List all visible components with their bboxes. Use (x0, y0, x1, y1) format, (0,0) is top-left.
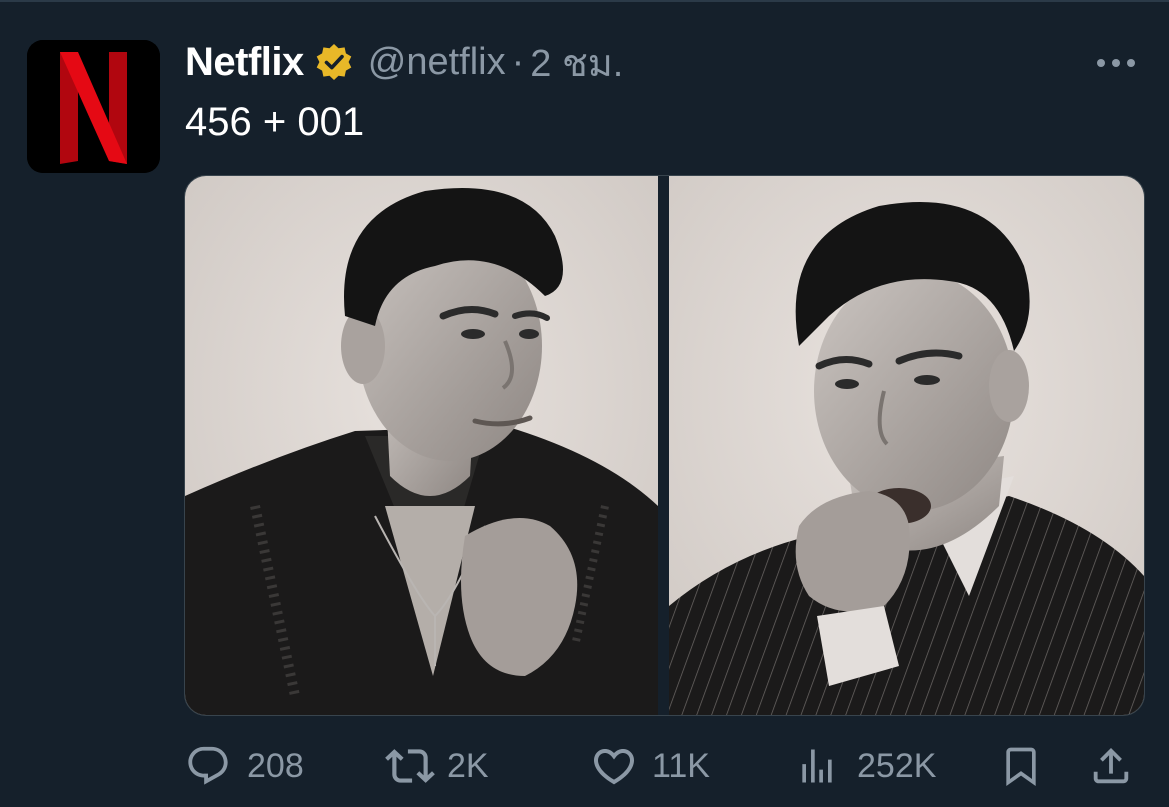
tweet-text: 456 + 001 (185, 100, 365, 144)
more-options-icon[interactable] (1094, 48, 1138, 78)
reply-icon (185, 743, 231, 789)
netflix-logo-icon (27, 40, 160, 173)
separator-dot: · (511, 40, 525, 83)
man-portrait-photo (185, 176, 658, 715)
retweet-button[interactable]: 2K (385, 740, 489, 792)
views-button[interactable]: 252K (795, 740, 936, 792)
retweet-count: 2K (447, 746, 489, 785)
timestamp[interactable]: 2 ชม. (530, 32, 623, 93)
man-portrait-photo (669, 176, 1144, 715)
views-chart-icon (795, 744, 839, 788)
heart-icon (590, 742, 638, 790)
bookmark-button[interactable] (999, 740, 1043, 792)
photo-left[interactable] (185, 176, 658, 715)
like-button[interactable]: 11K (590, 740, 710, 792)
tweet-header: Netflix @netflix · 2 ชม. (185, 38, 623, 86)
avatar[interactable] (27, 40, 160, 173)
tweet-media[interactable] (184, 175, 1145, 716)
reply-button[interactable]: 208 (185, 740, 304, 792)
tweet-card[interactable]: Netflix @netflix · 2 ชม. 456 + 001 208 2… (0, 0, 1169, 807)
bookmark-icon (999, 741, 1043, 791)
account-handle[interactable]: @netflix (368, 41, 506, 84)
like-count: 11K (652, 746, 710, 785)
account-name[interactable]: Netflix (185, 40, 304, 85)
verified-badge-icon[interactable] (314, 42, 354, 82)
views-count: 252K (857, 746, 937, 785)
media-divider (658, 176, 669, 715)
action-bar: 208 2K 11K 252K (185, 740, 1140, 792)
share-icon (1088, 743, 1134, 789)
reply-count: 208 (247, 746, 304, 785)
photo-right[interactable] (669, 176, 1144, 715)
share-button[interactable] (1088, 740, 1134, 792)
retweet-icon (385, 741, 435, 791)
